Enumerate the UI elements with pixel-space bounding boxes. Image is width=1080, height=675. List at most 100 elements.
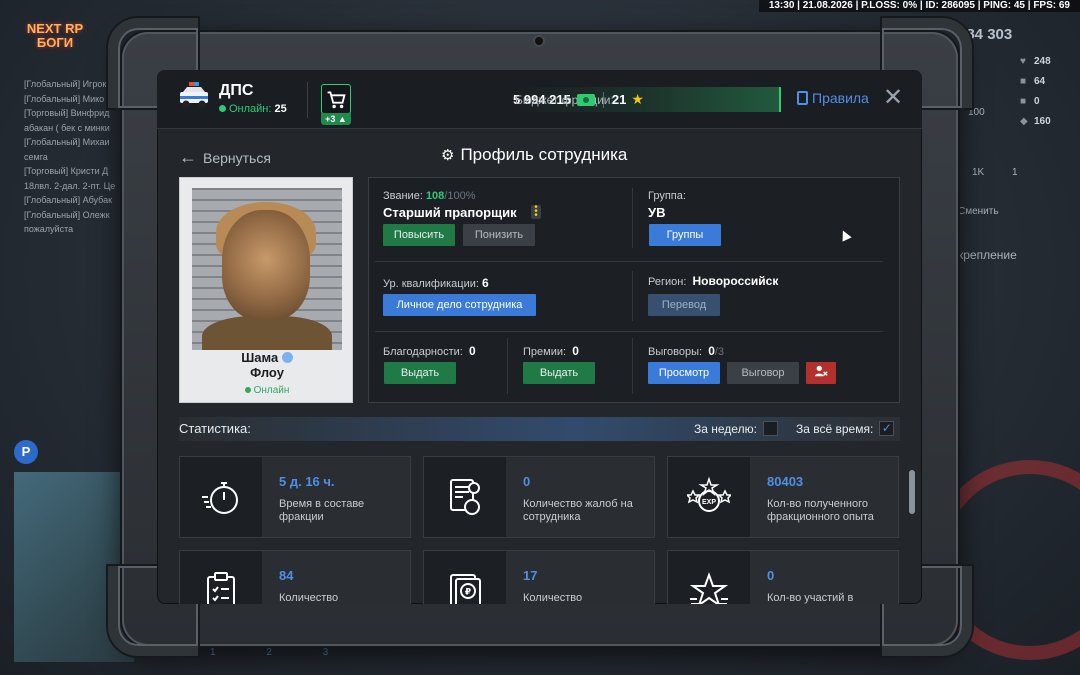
stat-card-experience: EXP 80403 Кол-во полученного фракционног… [667,456,899,538]
employee-photo-card: Шама Флоу Онлайн [179,177,353,403]
online-dot-icon [219,105,226,112]
scrollbar-thumb[interactable] [909,470,915,514]
chat-line: семга [24,151,48,162]
star-icon [689,572,729,604]
employee-status: Онлайн [180,385,354,396]
chat-line: [Глобальный] Михаи [24,137,110,147]
arrow-left-icon: ← [179,147,197,167]
faction-budget: Бюджет фракции: 5 994 215 21 ★ [507,87,781,112]
back-button[interactable]: ← Вернуться [179,147,271,168]
give-thanks-button[interactable]: Выдать [384,362,456,384]
logo-line1: NEXT RP [26,21,84,36]
chat-line: [Торговый] Винфрид [24,108,110,118]
give-reprimand-button[interactable]: Выговор [727,362,799,384]
stat-description: Количество [523,592,583,604]
statistics-title: Статистика: [179,421,251,436]
armor-stat: ◆ 160 [1020,112,1051,132]
promote-button[interactable]: Повысить [383,224,455,246]
server-logo: NEXT RP БОГИ [22,22,88,58]
online-label: Онлайн: [229,103,272,115]
fire-employee-button[interactable] [806,362,836,384]
rank-insignia-icon: • • • [531,203,541,221]
bonus-label: Премии: 0 [523,344,579,358]
filter-all-time[interactable]: За всё время: ✓ [796,421,895,436]
employee-info-panel: Звание: 108/100% Старший прапорщик • • • П… [368,177,900,403]
stat-card-6: 0 Кол-во участий в [667,550,899,604]
faction-name: ДПС [219,82,254,99]
chat-line: [Глобальный] Абубак [24,195,113,205]
remove-user-icon [814,365,828,377]
week-checkbox[interactable] [762,421,778,436]
stat-card-complaints: 0 Количество жалоб на сотрудника [423,456,655,538]
stat-value: 0 [767,568,775,583]
hud-change-hint: Сменить [958,206,999,217]
rules-link[interactable]: Правила [797,90,869,106]
parking-icon: P [14,440,38,464]
health-stat: ♥ 248 [1020,52,1051,72]
stat-description: Количество жалоб на сотрудника [523,498,633,523]
svg-text:₽: ₽ [465,588,471,598]
page-title: ⚙ Профиль сотрудника [441,145,627,165]
stat-value: 84 [279,568,294,583]
rank-name: Старший прапорщик [383,205,517,220]
stat-description: Время в составе фракции [279,498,365,523]
group-value: УВ [648,205,666,220]
groups-button[interactable]: Группы [649,224,721,246]
filter-all-label: За всё время: [796,421,874,436]
hunger-icon: ■ [1020,76,1027,87]
health-icon: ♥ [1020,56,1026,67]
document-icon [797,91,808,105]
hud-100: 100 [968,107,985,118]
stat-description: Количество [279,592,339,604]
exp-icon: EXP [687,476,731,512]
demote-button[interactable]: Понизить [463,224,535,246]
chat-line: 18лвл. 2-дал. 2-пт. Це [24,180,116,191]
stat-value: 17 [523,568,538,583]
hud-pin-hint: креплениe [958,248,1017,262]
back-label: Вернуться [203,149,271,166]
tablet-screen: ДПС Онлайн: 25 +3 ▲ Бюджет фракции: 5 99… [157,70,922,604]
cart-icon [327,91,346,109]
budget-label: Бюджет фракции: [515,92,614,107]
tablet-camera [533,35,545,47]
drink-icon: ■ [1020,96,1027,107]
personal-file-button[interactable]: Личное дело сотрудника [383,294,536,316]
statistics-bar: Статистика: За неделю: За всё время: ✓ [179,417,900,441]
chat-line: пожалуйста [24,224,74,234]
ruble-document-icon: ₽ [450,574,481,604]
stat-card-4: 84 Количество [179,550,411,604]
chat-line: [Торговый] Кристи Д [24,166,109,176]
online-dot-icon [244,387,251,393]
transfer-button[interactable]: Перевод [648,294,720,316]
faction-header: ДПС Онлайн: 25 +3 ▲ Бюджет фракции: 5 99… [157,70,922,129]
view-reprimands-button[interactable]: Просмотр [648,362,720,384]
chat-line: [Глобальный] Олежк [24,209,110,220]
complaint-icon [450,479,480,515]
give-bonus-button[interactable]: Выдать [523,362,595,384]
online-count: 25 [274,103,287,115]
logo-line2: БОГИ [36,35,74,50]
svg-text:EXP: EXP [702,499,716,506]
stat-card-service-time: 5 д. 16 ч. Время в составе фракции [179,456,411,538]
shop-cart-button[interactable] [321,84,351,114]
gear-icon: ⚙ [441,147,455,164]
hotbar-slots: 1 2 3 [210,647,329,658]
clipboard-icon [207,572,235,604]
drink-stat: ■ 0 [1020,92,1051,112]
close-button[interactable]: ✕ [883,86,903,110]
cash-icon [576,93,595,106]
cart-badge: +3 ▲ [321,113,351,125]
filter-week[interactable]: За неделю: [694,421,778,436]
qualification-label: Ур. квалификации: 6 [383,276,489,290]
chat-line: абакан ( бек с минки [24,122,110,133]
faction-online: Онлайн: 25 [219,103,287,115]
mugshot-image [192,188,342,350]
region-label: Регион: Новороссийск [648,274,779,288]
star-icon: ★ [631,91,644,107]
all-time-checkbox[interactable]: ✓ [879,421,895,436]
rules-label: Правила [812,90,869,106]
stars-value: 21 [611,92,627,107]
player-stats: ♥ 248 ■ 64 ■ 0 ◆ 160 [1020,52,1051,132]
thanks-label: Благодарности: 0 [383,344,476,358]
stat-value: 5 д. 16 ч. [279,474,335,489]
